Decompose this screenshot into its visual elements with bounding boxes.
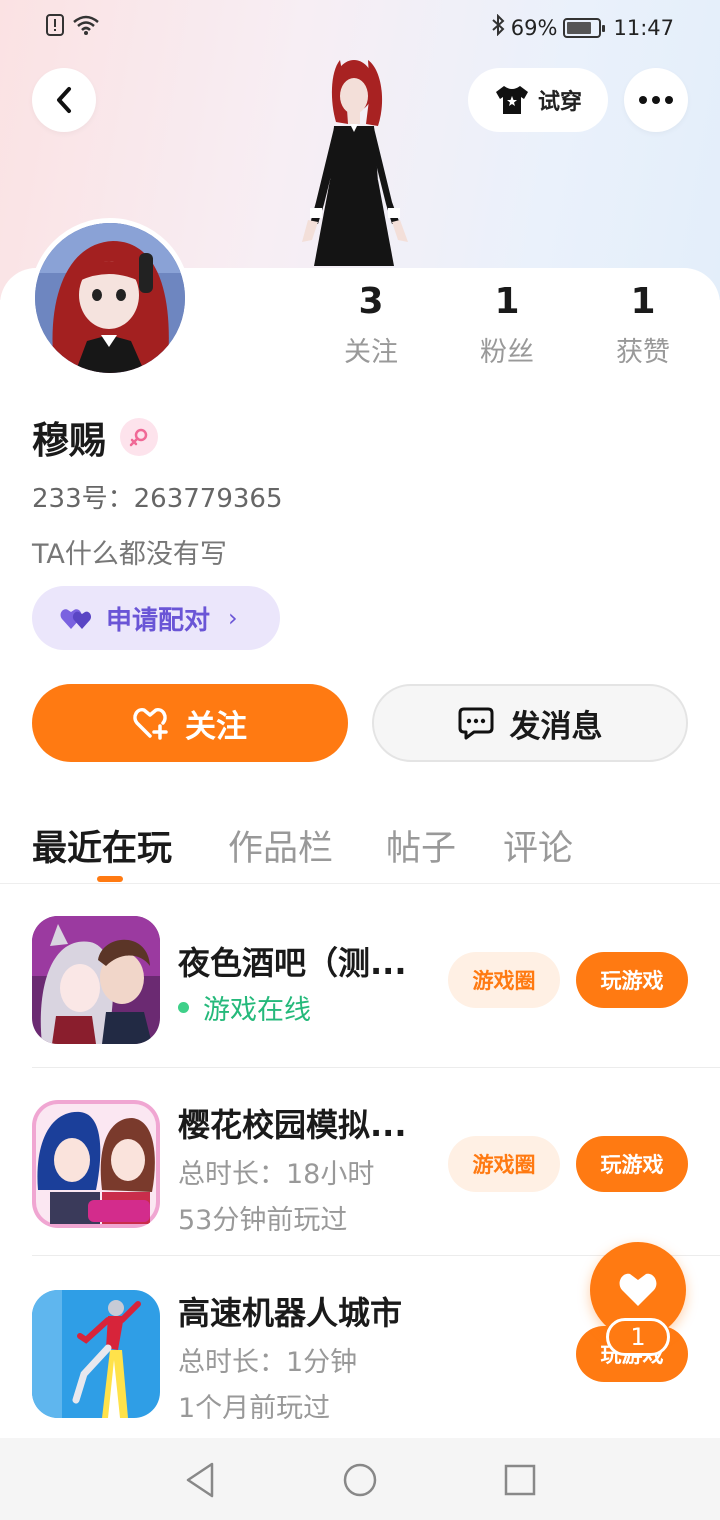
stat-label: 获赞: [616, 337, 670, 368]
game-playtime: 总时长：18小时: [178, 1159, 375, 1190]
avatar[interactable]: [30, 218, 190, 378]
battery-icon: [563, 17, 606, 38]
stat-value: 1: [494, 281, 520, 322]
game-last-played: 1个月前玩过: [178, 1393, 331, 1424]
stat-label: 关注: [344, 337, 398, 368]
chat-bubble-icon: [458, 707, 493, 740]
tshirt-icon: [495, 86, 528, 114]
heart-icon: [619, 1273, 657, 1306]
game-circle-button[interactable]: 游戏圈: [448, 952, 560, 1008]
tab-comments[interactable]: 评论: [503, 820, 573, 871]
stat-value: 1: [630, 281, 656, 322]
online-dot-icon: [178, 1002, 189, 1013]
alert-icon: [46, 14, 64, 41]
hearts-icon: [60, 609, 92, 629]
back-button[interactable]: [32, 68, 96, 132]
profile-tabs: 最近在玩 作品栏 帖子 评论: [0, 812, 720, 884]
game-online-status: 游戏在线: [178, 988, 311, 1027]
stat-value: 3: [358, 281, 384, 322]
try-on-button[interactable]: 试穿: [468, 68, 608, 132]
game-playtime: 总时长：1分钟: [178, 1347, 358, 1378]
game-icon: [32, 916, 160, 1044]
tab-posts[interactable]: 帖子: [386, 820, 456, 871]
game-icon: [32, 1290, 160, 1418]
nav-home-icon[interactable]: [340, 1460, 380, 1500]
tab-works[interactable]: 作品栏: [228, 820, 333, 871]
wifi-icon: [72, 14, 100, 41]
game-icon: [32, 1100, 160, 1228]
more-dots-icon: [639, 96, 673, 104]
name-row: 穆赐: [32, 410, 158, 464]
request-pair-button[interactable]: 申请配对 ›: [32, 586, 280, 650]
follow-label: 关注: [185, 708, 247, 745]
system-nav-bar: [0, 1438, 720, 1520]
user-id: 233号：263779365: [32, 484, 283, 514]
user-name: 穆赐: [32, 419, 106, 462]
online-label: 游戏在线: [203, 995, 311, 1026]
bluetooth-icon: [491, 13, 505, 41]
game-title: 高速机器人城市: [178, 1294, 403, 1332]
stat-label: 粉丝: [480, 337, 534, 368]
play-game-button[interactable]: 玩游戏: [576, 952, 688, 1008]
avatar-3d-character: [302, 60, 408, 266]
chevron-right-icon: ›: [228, 604, 238, 632]
clock: 11:47: [613, 15, 674, 40]
user-bio: TA什么都没有写: [32, 539, 227, 570]
game-title: 夜色酒吧（测...: [178, 944, 407, 982]
more-button[interactable]: [624, 68, 688, 132]
stat-likes[interactable]: 1 获赞: [588, 280, 698, 369]
like-count-badge: 1: [606, 1318, 670, 1356]
female-icon: [120, 418, 158, 456]
send-message-label: 发消息: [509, 708, 603, 745]
send-message-button[interactable]: 发消息: [372, 684, 688, 762]
stat-following[interactable]: 3 关注: [316, 280, 426, 369]
battery-percent: 69%: [510, 15, 558, 40]
stat-followers[interactable]: 1 粉丝: [452, 280, 562, 369]
play-game-button[interactable]: 玩游戏: [576, 1136, 688, 1192]
game-last-played: 53分钟前玩过: [178, 1205, 348, 1236]
game-row[interactable]: 樱花校园模拟... 总时长：18小时 53分钟前玩过 游戏圈 玩游戏: [0, 1068, 720, 1256]
nav-recents-icon[interactable]: [500, 1460, 540, 1500]
profile-stats: 3 关注 1 粉丝 1 获赞: [300, 280, 720, 380]
try-on-label: 试穿: [537, 90, 582, 115]
chevron-left-icon: [57, 87, 71, 113]
request-pair-label: 申请配对: [106, 605, 211, 636]
tab-recently-played[interactable]: 最近在玩: [32, 820, 172, 871]
status-bar: 69% 11:47: [0, 0, 720, 58]
nav-back-icon[interactable]: [182, 1460, 222, 1500]
game-title: 樱花校园模拟...: [178, 1106, 407, 1144]
game-circle-button[interactable]: 游戏圈: [448, 1136, 560, 1192]
game-row[interactable]: 夜色酒吧（测... 游戏在线 游戏圈 玩游戏: [0, 880, 720, 1068]
heart-plus-icon: [133, 707, 168, 740]
follow-button[interactable]: 关注: [32, 684, 348, 762]
